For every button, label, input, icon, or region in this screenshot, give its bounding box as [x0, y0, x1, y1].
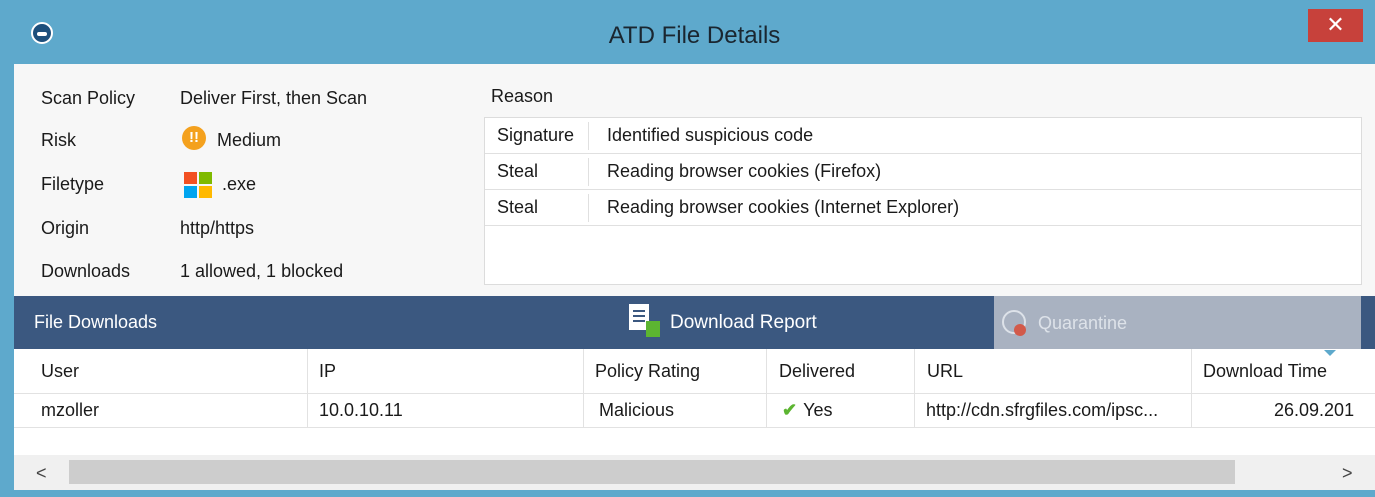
risk-value: Medium: [217, 130, 282, 150]
origin-row: Origin http/https: [14, 214, 474, 244]
reason-type: Steal: [497, 197, 539, 217]
download-report-icon: [629, 304, 660, 337]
quarantine-button[interactable]: Quarantine: [994, 296, 1361, 349]
table-row[interactable]: mzoller 10.0.10.11 Malicious ✔ Yes http:/…: [14, 394, 1375, 428]
delivered-value: Yes: [803, 400, 833, 420]
reason-table[interactable]: Signature Identified suspicious code Ste…: [484, 117, 1362, 285]
column-divider: [766, 394, 767, 427]
checkmark-icon: ✔: [782, 400, 798, 420]
file-downloads-toolbar: File Downloads Download Report Quarantin…: [14, 296, 1375, 349]
horizontal-scrollbar[interactable]: < >: [14, 455, 1375, 490]
remove-badge-icon: [1014, 324, 1026, 336]
download-report-button[interactable]: Download Report: [629, 304, 839, 342]
filetype-row: Filetype .exe: [14, 170, 474, 200]
column-divider[interactable]: [766, 349, 767, 393]
quarantine-label: Quarantine: [1038, 313, 1128, 333]
column-header-ip[interactable]: IP: [319, 361, 336, 382]
risk-row: Risk !! Medium: [14, 126, 474, 156]
reason-description: Reading browser cookies (Internet Explor…: [607, 197, 960, 217]
downloads-value: 1 allowed, 1 blocked: [180, 261, 344, 281]
downloads-label: Downloads: [41, 261, 131, 281]
reason-row[interactable]: Steal Reading browser cookies (Firefox): [485, 154, 1361, 190]
column-header-url[interactable]: URL: [927, 361, 963, 382]
filetype-value: .exe: [222, 174, 257, 194]
column-divider: [588, 122, 589, 150]
column-divider[interactable]: [1191, 349, 1192, 393]
title-bar[interactable]: ATD File Details ✕: [7, 0, 1375, 64]
windows-logo-icon: [184, 172, 214, 200]
cell-url: http://cdn.sfrgfiles.com/ipsc...: [926, 400, 1159, 420]
reason-row[interactable]: Steal Reading browser cookies (Internet …: [485, 190, 1361, 226]
reason-row[interactable]: Signature Identified suspicious code: [485, 118, 1361, 154]
window-title: ATD File Details: [608, 22, 781, 49]
scrollbar-thumb[interactable]: [69, 460, 1235, 484]
filetype-label: Filetype: [41, 174, 105, 194]
column-header-user[interactable]: User: [41, 361, 79, 382]
column-divider: [583, 394, 584, 427]
reason-heading: Reason: [491, 86, 554, 106]
downloads-grid: User IP Policy Rating Delivered URL Down…: [14, 349, 1375, 490]
origin-value: http/https: [180, 218, 255, 238]
cell-download-time: 26.09.201: [1274, 400, 1355, 420]
file-downloads-title: File Downloads: [34, 312, 158, 332]
column-header-delivered[interactable]: Delivered: [779, 361, 855, 382]
column-divider: [307, 394, 308, 427]
cell-delivered: ✔ Yes: [782, 400, 832, 421]
column-divider[interactable]: [914, 349, 915, 393]
scan-policy-label: Scan Policy: [41, 88, 136, 108]
scroll-left-arrow-icon[interactable]: <: [36, 463, 47, 484]
warning-icon: !!: [182, 126, 206, 150]
content-area: Scan Policy Deliver First, then Scan Ris…: [14, 64, 1375, 490]
column-divider: [588, 158, 589, 186]
cell-policy-rating: Malicious: [599, 400, 675, 420]
column-header-download-time[interactable]: Download Time: [1203, 361, 1327, 382]
column-divider[interactable]: [307, 349, 308, 393]
cell-ip: 10.0.10.11: [319, 400, 403, 420]
scan-policy-value: Deliver First, then Scan: [180, 88, 368, 108]
risk-label: Risk: [41, 130, 76, 150]
reason-type: Steal: [497, 161, 539, 181]
cell-user: mzoller: [41, 400, 100, 420]
column-divider[interactable]: [583, 349, 584, 393]
reason-description: Reading browser cookies (Firefox): [607, 161, 882, 181]
scroll-right-arrow-icon[interactable]: >: [1342, 463, 1353, 484]
close-button[interactable]: ✕: [1308, 9, 1363, 42]
column-divider: [588, 194, 589, 222]
downloads-row: Downloads 1 allowed, 1 blocked: [14, 257, 474, 287]
column-divider: [914, 394, 915, 427]
grid-header: User IP Policy Rating Delivered URL Down…: [14, 349, 1375, 394]
column-header-policy-rating[interactable]: Policy Rating: [595, 361, 700, 382]
origin-label: Origin: [41, 218, 90, 238]
reason-description: Identified suspicious code: [607, 125, 814, 145]
column-divider: [1191, 394, 1192, 427]
sort-indicator-icon: [1324, 350, 1336, 356]
atd-file-details-window: ATD File Details ✕ Scan Policy Deliver F…: [0, 0, 1375, 497]
file-info-panel: Scan Policy Deliver First, then Scan Ris…: [14, 64, 474, 296]
scan-policy-row: Scan Policy Deliver First, then Scan: [14, 84, 474, 114]
reason-type: Signature: [497, 125, 575, 145]
download-report-label: Download Report: [670, 312, 817, 333]
